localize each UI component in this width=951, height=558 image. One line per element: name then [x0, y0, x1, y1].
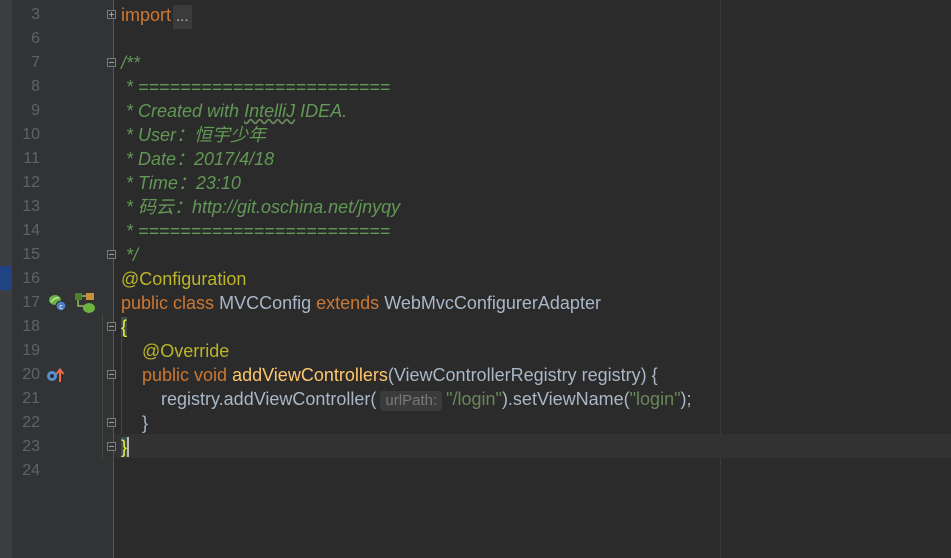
line-number: 21 [22, 390, 40, 407]
code-line-class-decl[interactable]: public class MVCConfig extends WebMvcCon… [121, 291, 601, 315]
string-login-path: "/login" [446, 389, 502, 409]
call-mid: ).setViewName( [501, 389, 630, 409]
line-number: 20 [22, 366, 40, 383]
code-line-comment-repo[interactable]: * 码云：http://git.oschina.net/jnyqy [121, 195, 400, 219]
fold-collapse-icon[interactable] [107, 442, 116, 451]
line-number: 16 [22, 270, 40, 287]
open-brace: { [121, 317, 128, 337]
gutter-separator [113, 0, 114, 558]
line-number: 24 [22, 462, 40, 479]
fold-collapse-icon[interactable] [107, 250, 116, 259]
class-keyword: class [173, 293, 215, 313]
override-method-icon[interactable] [46, 367, 65, 383]
line-number: 14 [22, 222, 40, 239]
line-number: 3 [31, 6, 40, 23]
public-keyword: public [121, 293, 169, 313]
line-number: 10 [22, 126, 40, 143]
svg-text:c: c [59, 303, 63, 311]
indent-guide [121, 338, 122, 434]
override-annotation: @Override [142, 341, 230, 361]
line-number: 6 [31, 30, 40, 47]
line-number: 22 [22, 414, 40, 431]
line-number: 18 [22, 318, 40, 335]
fold-collapse-icon[interactable] [107, 58, 116, 67]
parameter-hint: urlPath: [380, 391, 443, 411]
line-number: 23 [22, 438, 40, 455]
code-line-comment-close[interactable]: */ [121, 243, 138, 267]
call-end: ); [680, 389, 692, 409]
fold-collapse-icon[interactable] [107, 322, 116, 331]
fold-expand-icon[interactable] [107, 10, 116, 19]
line-number: 19 [22, 342, 40, 359]
method-close-brace: } [142, 413, 149, 433]
comment-created-text: * Created with [121, 101, 245, 121]
method-params: (ViewControllerRegistry registry) { [387, 365, 658, 385]
bean-dependency-icon[interactable] [74, 292, 95, 313]
comment-typo-intellij: IntelliJ [244, 101, 296, 121]
void-keyword: void [194, 365, 228, 385]
configuration-annotation: @Configuration [121, 269, 247, 289]
code-line-import[interactable]: import... [121, 3, 192, 29]
method-name: addViewControllers [232, 365, 388, 385]
caret-row-highlight [114, 434, 951, 458]
public-keyword: public [142, 365, 190, 385]
brace-scope-guide [102, 314, 103, 458]
code-line-comment-separator[interactable]: * ======================== [121, 219, 390, 243]
code-line-class-close[interactable]: } [121, 435, 130, 459]
code-line-open-brace[interactable]: { [121, 315, 128, 339]
line-number: 17 [22, 294, 40, 311]
spring-bean-icon[interactable]: c [48, 293, 67, 312]
right-margin-guide [720, 0, 721, 558]
code-line-method-body[interactable]: registry.addViewController(urlPath: "/log… [161, 387, 691, 411]
import-keyword: import [121, 5, 172, 25]
code-line-comment-separator[interactable]: * ======================== [121, 75, 390, 99]
line-number: 11 [23, 150, 40, 167]
line-number: 12 [22, 174, 40, 191]
call-start: registry.addViewController( [161, 389, 377, 409]
line-number: 9 [31, 102, 40, 119]
line-number: 13 [22, 198, 40, 215]
string-login: "login" [629, 389, 681, 409]
class-close-brace: } [121, 437, 130, 457]
code-line-method-close[interactable]: } [142, 411, 148, 435]
code-line-override[interactable]: @Override [142, 339, 229, 363]
code-line-comment-date[interactable]: * Date：2017/4/18 [121, 147, 274, 171]
code-line-method-decl[interactable]: public void addViewControllers(ViewContr… [142, 363, 658, 387]
extends-keyword: extends [316, 293, 380, 313]
code-line-comment-open[interactable]: /** [121, 51, 140, 75]
comment-idea-text: IDEA. [295, 101, 348, 121]
fold-collapse-icon[interactable] [107, 370, 116, 379]
fold-collapse-icon[interactable] [107, 418, 116, 427]
code-line-comment-time[interactable]: * Time：23:10 [121, 171, 241, 195]
code-line-comment-created[interactable]: * Created with IntelliJ IDEA. [121, 99, 347, 123]
line-number: 7 [31, 54, 40, 71]
code-line-annotation[interactable]: @Configuration [121, 267, 246, 291]
tool-strip-marker [0, 266, 12, 290]
folded-imports[interactable]: ... [173, 5, 192, 29]
line-number: 8 [31, 78, 40, 95]
line-number: 15 [22, 246, 40, 263]
superclass-name: WebMvcConfigurerAdapter [384, 293, 601, 313]
code-line-comment-user[interactable]: * User：恒宇少年 [121, 123, 266, 147]
class-name: MVCConfig [219, 293, 312, 313]
